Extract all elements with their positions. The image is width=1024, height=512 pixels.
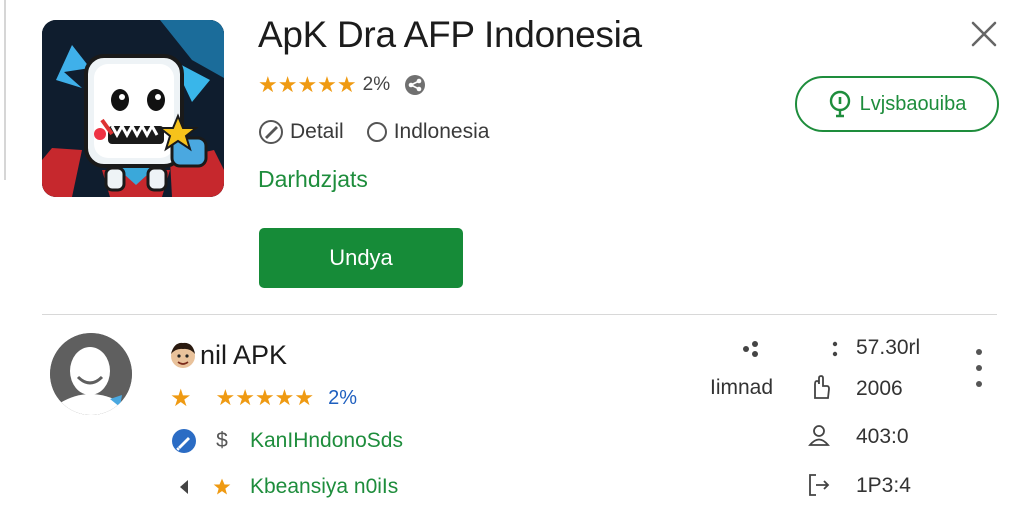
rating-value: 2%: [362, 74, 391, 95]
detail-icon: [258, 119, 284, 145]
chevron-left-icon[interactable]: [170, 473, 198, 501]
meta-value-top: 57.30rl: [856, 336, 921, 359]
list-item-rating-value: 2%: [328, 386, 358, 409]
colon-separator-icon: [822, 336, 848, 362]
share-icon[interactable]: [404, 74, 426, 96]
avatar[interactable]: [50, 333, 132, 415]
app-icon: [42, 20, 224, 197]
exit-icon: [806, 472, 832, 498]
list-item-title[interactable]: nil APK: [200, 340, 287, 371]
left-edge-line: [4, 0, 6, 180]
user-icon: [806, 422, 832, 448]
star-icon: ★: [170, 384, 192, 412]
dollar-icon: $: [216, 429, 228, 452]
app-title: ApK Dra AFP Indonesia: [258, 14, 642, 55]
share-small-icon[interactable]: [738, 336, 764, 362]
region-label: Indlonesia: [393, 120, 490, 143]
install-button[interactable]: Undya: [259, 228, 463, 288]
wishlist-label: Lvjsbaouiba: [859, 92, 967, 115]
list-item-row-2-text[interactable]: Kbeansiya n0iIs: [250, 475, 398, 499]
rating-stars: ★★★★★: [258, 72, 357, 97]
edit-icon: [170, 427, 198, 455]
region-icon: [366, 121, 388, 143]
face-emoji-icon: [168, 340, 198, 370]
section-divider: [42, 314, 997, 315]
detail-label[interactable]: Detail: [290, 120, 344, 144]
app-detail-page: ApK Dra AFP Indonesia ★★★★★ 2% Detail In…: [0, 0, 1024, 512]
list-item-row-2: Kbeansiya n0iIs: [170, 472, 398, 502]
list-item-header: nil APK: [168, 338, 287, 372]
close-icon[interactable]: [968, 18, 1000, 50]
list-item-row-1: $ KanIHndonoSds: [170, 426, 403, 456]
meta-value-3: 403:0: [856, 425, 909, 448]
meta-label-mid: Iimnad: [710, 376, 774, 399]
more-vertical-icon[interactable]: [968, 346, 990, 392]
list-item-stars: ★★★★★: [215, 385, 315, 410]
alert-icon: [828, 90, 852, 118]
list-item-rating: ★ ★★★★★ 2%: [170, 384, 357, 412]
wishlist-button[interactable]: Lvjsbaouiba: [795, 76, 999, 132]
developer-link[interactable]: Darhdzjats: [258, 166, 368, 193]
app-info-row: Detail Indlonesia: [258, 118, 489, 146]
meta-value-mid: 2006: [856, 377, 903, 400]
list-item-row-1-text[interactable]: KanIHndonoSds: [250, 429, 403, 453]
meta-value-4: 1P3:4: [856, 474, 911, 497]
star-small-icon: [212, 475, 232, 499]
hand-pointer-icon: [806, 374, 832, 400]
app-rating: ★★★★★ 2%: [258, 72, 426, 98]
